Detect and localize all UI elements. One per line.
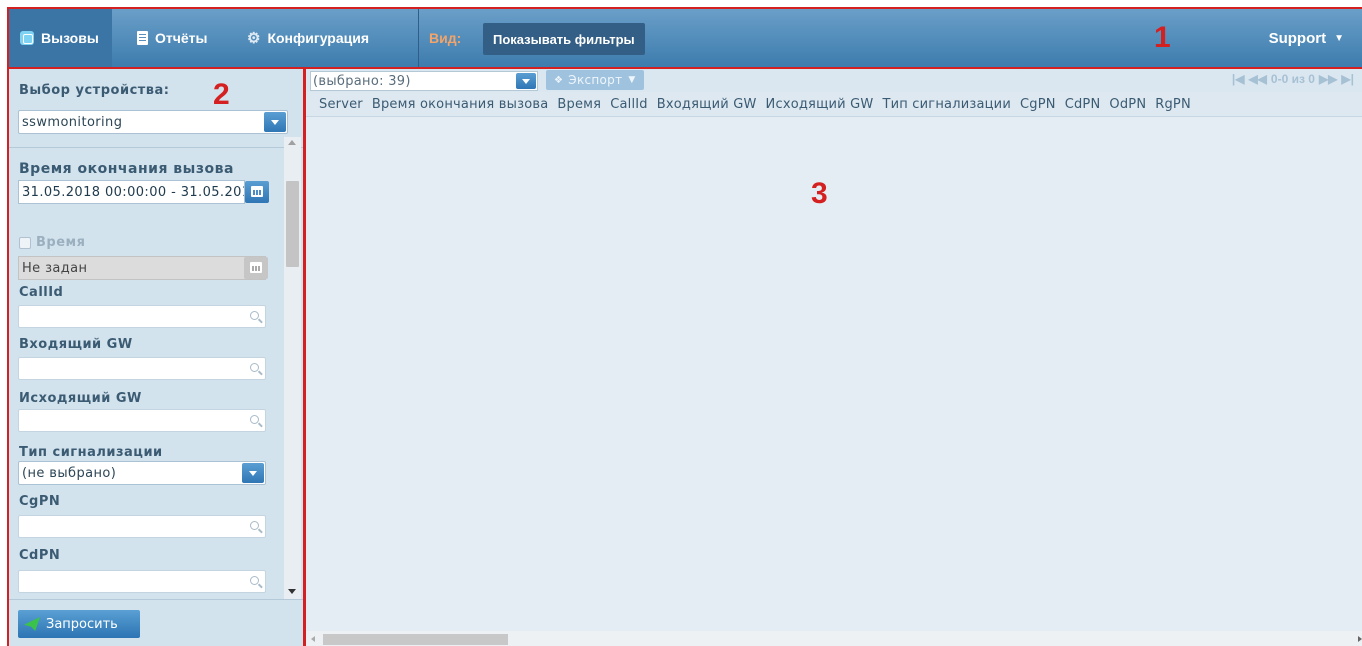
dropbox-icon: ❖	[554, 74, 564, 86]
send-icon	[24, 617, 40, 631]
signaling-type-label: Тип сигнализации	[19, 445, 163, 460]
chevron-down-icon: ▼	[1334, 32, 1344, 44]
first-page-icon[interactable]: |◀	[1232, 72, 1245, 86]
support-menu[interactable]: Support ▼	[1269, 9, 1344, 67]
calendar-icon[interactable]	[245, 181, 269, 203]
results-toolbar: (выбрано: 39) ❖ Экспорт ▼ |◀ ◀◀ 0-0 из 0…	[306, 69, 1362, 92]
nav-tab-config-label: Конфигурация	[267, 30, 370, 46]
results-horizontal-scrollbar[interactable]	[306, 631, 1362, 646]
filter-panel: Выбор устройства: 2 sswmonitoring Время …	[9, 69, 306, 646]
nav-tab-calls-label: Вызовы	[41, 30, 99, 46]
time-input: Не задан	[18, 256, 266, 280]
annotation-number-1: 1	[1154, 21, 1171, 54]
top-navigation: Вызовы Отчёты ⚙ Конфигурация Вид: Показы…	[9, 9, 1362, 69]
outgoing-gw-label: Исходящий GW	[19, 391, 142, 406]
prev-page-icon[interactable]: ◀◀	[1248, 72, 1266, 86]
column-select[interactable]: (выбрано: 39)	[310, 71, 538, 91]
callid-label: CallId	[19, 285, 64, 300]
device-select-label: Выбор устройства:	[19, 83, 170, 98]
outgoing-gw-input[interactable]	[18, 409, 266, 432]
nav-tab-reports-label: Отчёты	[155, 30, 208, 46]
incoming-gw-input[interactable]	[18, 357, 266, 380]
search-icon	[250, 415, 259, 424]
column-time[interactable]: Время	[557, 97, 601, 112]
annotation-number-2: 2	[213, 78, 230, 111]
panel-divider	[9, 147, 303, 148]
column-end-time[interactable]: Время окончания вызова	[372, 97, 549, 112]
next-page-icon[interactable]: ▶▶	[1319, 72, 1337, 86]
scrollbar-thumb[interactable]	[323, 634, 508, 645]
nav-separator	[418, 9, 419, 67]
column-callid[interactable]: CallId	[610, 97, 648, 112]
annotation-number-3: 3	[811, 177, 828, 210]
search-icon	[250, 363, 259, 372]
device-select-value: sswmonitoring	[22, 114, 123, 130]
query-button-label: Запросить	[46, 616, 118, 632]
filter-panel-scrollbar[interactable]	[284, 137, 301, 599]
column-select-value: (выбрано: 39)	[313, 73, 411, 89]
table-header: Server Время окончания вызова Время Call…	[306, 92, 1362, 117]
time-checkbox[interactable]	[19, 236, 31, 249]
scroll-left-icon[interactable]	[311, 636, 315, 642]
cdpn-label: CdPN	[19, 548, 61, 563]
column-cgpn[interactable]: CgPN	[1020, 97, 1056, 112]
dropdown-arrow-icon[interactable]	[264, 112, 286, 132]
query-button[interactable]: Запросить	[18, 610, 140, 638]
scroll-down-icon[interactable]	[288, 589, 296, 594]
end-time-range-input[interactable]: 31.05.2018 00:00:00 - 31.05.2018 23:59:5…	[18, 180, 245, 204]
column-server[interactable]: Server	[319, 97, 363, 112]
cgpn-label: CgPN	[19, 494, 61, 509]
scrollbar-thumb[interactable]	[286, 181, 299, 267]
show-filters-button[interactable]: Показывать фильтры	[483, 23, 645, 55]
incoming-gw-label: Входящий GW	[19, 337, 133, 352]
column-signaling-type[interactable]: Тип сигнализации	[882, 97, 1011, 112]
nav-tab-config[interactable]: ⚙ Конфигурация	[247, 9, 369, 67]
document-icon	[137, 31, 148, 45]
end-time-label: Время окончания вызова	[19, 161, 234, 177]
dropdown-arrow-icon[interactable]	[242, 463, 264, 483]
signaling-type-value: (не выбрано)	[22, 465, 117, 481]
gears-icon: ⚙	[247, 30, 261, 47]
dropdown-arrow-icon[interactable]	[516, 73, 536, 89]
app-frame: Вызовы Отчёты ⚙ Конфигурация Вид: Показы…	[7, 7, 1362, 646]
export-button-label: Экспорт	[568, 73, 623, 87]
scroll-up-icon[interactable]	[288, 140, 296, 145]
column-incoming-gw[interactable]: Входящий GW	[657, 97, 757, 112]
export-button[interactable]: ❖ Экспорт ▼	[546, 70, 644, 90]
chevron-down-icon: ▼	[628, 75, 636, 85]
scroll-right-icon[interactable]	[1358, 636, 1362, 642]
search-icon	[250, 311, 259, 320]
panel-divider-bottom	[9, 599, 303, 600]
time-checkbox-label: Время	[36, 235, 86, 250]
device-select[interactable]: sswmonitoring	[18, 110, 288, 134]
search-icon	[250, 521, 259, 530]
column-cdpn[interactable]: CdPN	[1065, 97, 1101, 112]
nav-tab-reports[interactable]: Отчёты	[137, 9, 207, 67]
column-outgoing-gw[interactable]: Исходящий GW	[766, 97, 874, 112]
results-area: (выбрано: 39) ❖ Экспорт ▼ |◀ ◀◀ 0-0 из 0…	[306, 69, 1362, 646]
column-rgpn[interactable]: RgPN	[1155, 97, 1191, 112]
page-info: 0-0 из 0	[1270, 72, 1315, 86]
time-filter-toggle[interactable]: Время	[19, 235, 86, 250]
signaling-type-select[interactable]: (не выбрано)	[18, 461, 266, 485]
search-icon	[250, 576, 259, 585]
pagination: |◀ ◀◀ 0-0 из 0 ▶▶ ▶|	[1230, 72, 1356, 86]
calendar-icon-disabled	[244, 257, 268, 279]
view-label: Вид:	[429, 30, 462, 46]
cgpn-input[interactable]	[18, 515, 266, 538]
cdpn-input[interactable]	[18, 570, 266, 593]
nav-tab-calls[interactable]: Вызовы	[9, 9, 112, 67]
callid-input[interactable]	[18, 305, 266, 328]
last-page-icon[interactable]: ▶|	[1341, 72, 1354, 86]
phone-icon	[20, 31, 34, 45]
column-odpn[interactable]: OdPN	[1109, 97, 1146, 112]
support-menu-label: Support	[1268, 29, 1327, 47]
